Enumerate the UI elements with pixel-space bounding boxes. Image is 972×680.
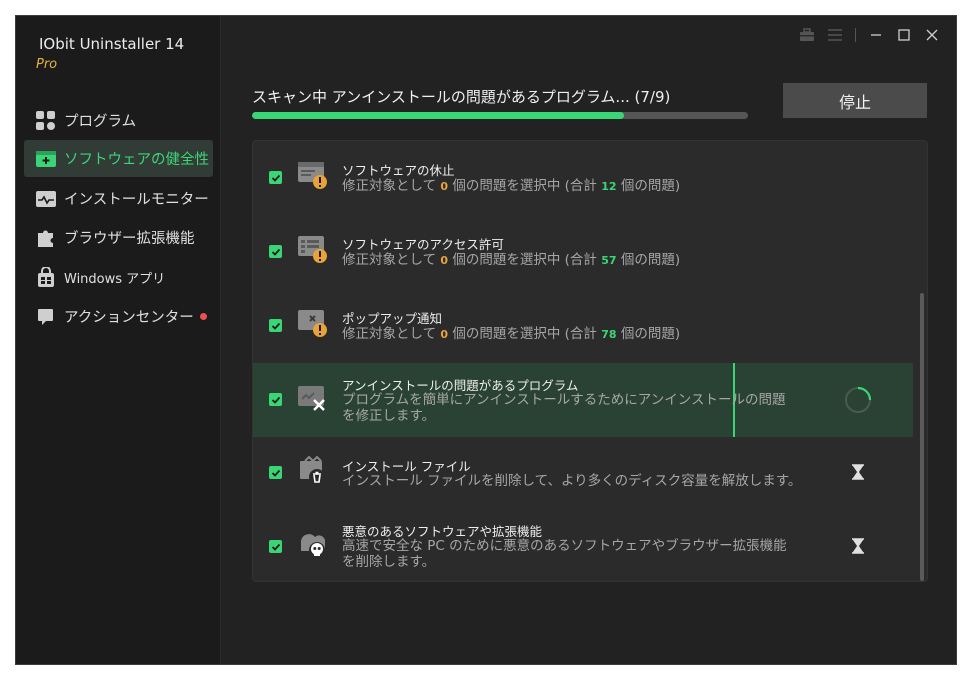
malware-skull-icon xyxy=(297,529,329,561)
list-item[interactable]: ソフトウェアのアクセス許可 修正対象として 0 個の問題を選択中 (合計 57 … xyxy=(253,215,913,289)
toolbox-icon[interactable] xyxy=(793,26,821,44)
sidebar-item-software-health[interactable]: ソフトウェアの健全性 xyxy=(24,140,213,177)
sidebar-item-label: アクションセンター xyxy=(64,310,194,326)
app-window: IObit Uninstaller 14 Pro プログラム ソフトウェアの健全… xyxy=(15,15,957,665)
list-item[interactable]: インストール ファイル インストール ファイルを削除して、より多くのディスク容量… xyxy=(253,437,913,511)
maximize-icon[interactable] xyxy=(890,26,918,44)
item-title: ソフトウェアのアクセス許可 xyxy=(342,237,504,252)
item-description: 修正対象として 0 個の問題を選択中 (合計 57 個の問題) xyxy=(342,252,681,268)
scan-progress-fill xyxy=(252,112,624,119)
item-description: 修正対象として 0 個の問題を選択中 (合計 78 個の問題) xyxy=(342,326,681,342)
sidebar-item-label: Windows アプリ xyxy=(64,272,166,287)
item-checkbox[interactable] xyxy=(269,245,282,258)
titlebar-controls xyxy=(793,26,946,44)
item-checkbox[interactable] xyxy=(269,171,282,184)
scan-progress-bar xyxy=(252,112,748,119)
list-item-active[interactable]: アンインストールの問題があるプログラム プログラムを簡単にアンインストールするた… xyxy=(253,363,913,437)
list-item[interactable]: 悪意のあるソフトウェアや拡張機能 高速で安全な PC のために悪意のあるソフトウ… xyxy=(253,511,913,581)
sidebar-item-windows-apps[interactable]: Windows アプリ xyxy=(24,259,213,296)
software-sleep-icon xyxy=(297,159,329,191)
close-icon[interactable] xyxy=(918,26,946,44)
permissions-icon xyxy=(297,233,329,265)
sidebar-item-action-center[interactable]: アクションセンター xyxy=(24,298,213,335)
puzzle-icon xyxy=(34,226,58,250)
item-description: 修正対象として 0 個の問題を選択中 (合計 12 個の問題) xyxy=(342,178,681,194)
stop-button[interactable]: 停止 xyxy=(783,83,927,118)
software-health-icon xyxy=(34,147,58,171)
popup-notification-icon xyxy=(297,307,329,339)
hourglass-icon xyxy=(843,457,873,487)
sidebar-item-label: プログラム xyxy=(64,114,137,130)
item-description: 高速で安全な PC のために悪意のあるソフトウェアやブラウザー拡張機能を削除しま… xyxy=(342,538,787,570)
uninstall-problem-icon xyxy=(297,383,329,415)
sidebar-item-label: ブラウザー拡張機能 xyxy=(64,231,195,247)
titlebar-divider xyxy=(855,28,856,42)
item-title: ソフトウェアの休止 xyxy=(342,163,455,178)
sidebar-item-programs[interactable]: プログラム xyxy=(24,102,213,139)
sidebar-item-install-monitor[interactable]: インストールモニター xyxy=(24,180,213,217)
install-monitor-icon xyxy=(34,187,58,211)
menu-icon[interactable] xyxy=(821,26,849,44)
item-checkbox[interactable] xyxy=(269,466,282,479)
app-title: IObit Uninstaller 14 xyxy=(39,35,185,53)
install-files-icon xyxy=(297,455,329,487)
app-edition: Pro xyxy=(36,57,58,72)
item-title: ポップアップ通知 xyxy=(342,311,443,326)
action-center-icon xyxy=(34,305,58,329)
programs-grid-icon xyxy=(34,109,58,133)
list-item[interactable]: ソフトウェアの休止 修正対象として 0 個の問題を選択中 (合計 12 個の問題… xyxy=(253,141,913,215)
sidebar-item-label: ソフトウェアの健全性 xyxy=(64,152,209,168)
health-items-list: ソフトウェアの休止 修正対象として 0 個の問題を選択中 (合計 12 個の問題… xyxy=(252,140,928,582)
list-scrollbar[interactable] xyxy=(920,293,924,581)
sidebar-item-label: インストールモニター xyxy=(64,192,209,208)
item-checkbox[interactable] xyxy=(269,540,282,553)
item-description: インストール ファイルを削除して、より多くのディスク容量を解放します。 xyxy=(342,473,802,489)
notification-badge xyxy=(199,313,207,320)
sidebar-item-browser-extensions[interactable]: ブラウザー拡張機能 xyxy=(24,219,213,256)
item-description: プログラムを簡単にアンインストールするためにアンインストールの問題を修正します。 xyxy=(342,392,786,424)
hourglass-icon xyxy=(843,531,873,561)
sidebar: IObit Uninstaller 14 Pro プログラム ソフトウェアの健全… xyxy=(16,16,221,664)
scanning-spinner-icon xyxy=(843,385,873,415)
item-checkbox[interactable] xyxy=(269,319,282,332)
minimize-icon[interactable] xyxy=(862,26,890,44)
item-checkbox[interactable] xyxy=(269,393,282,406)
scan-status-title: スキャン中 アンインストールの問題があるプログラム... (7/9) xyxy=(252,88,671,106)
list-item[interactable]: ポップアップ通知 修正対象として 0 個の問題を選択中 (合計 78 個の問題) xyxy=(253,289,913,363)
windows-apps-icon xyxy=(34,266,58,290)
